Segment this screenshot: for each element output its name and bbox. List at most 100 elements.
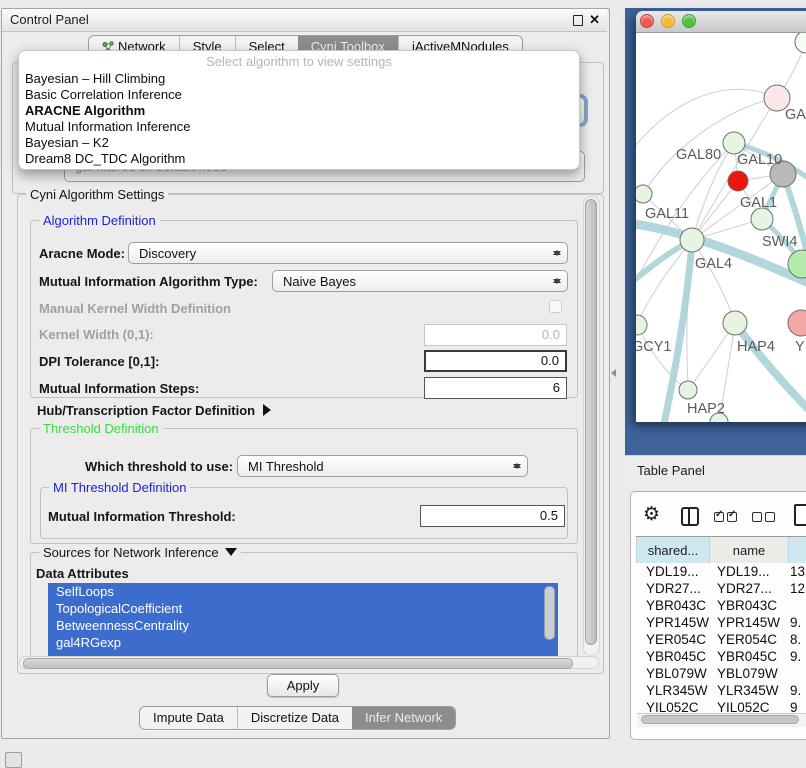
algorithm-option-bayesian-k2[interactable]: Bayesian – K2 [19,135,579,151]
attribute-item-topologicalcoefficient[interactable]: TopologicalCoefficient [48,600,558,617]
network-node[interactable] [636,315,647,335]
table-hscrollbar-thumb[interactable] [641,715,799,724]
cell-value: 9. [788,614,801,631]
control-panel-titlebar: Control Panel ✕ [2,9,607,32]
network-node[interactable] [795,33,806,53]
tab-label: Infer Network [365,707,442,729]
network-window-titlebar[interactable] [636,11,806,33]
attribute-item-selfloops[interactable]: SelfLoops [48,583,558,600]
node-label-gcy1: GCY1 [636,339,672,355]
column-header-partial[interactable] [788,537,806,563]
network-edge[interactable] [636,89,777,155]
table-body: YDL19...YDL19...13YDR27...YDR27...12YBR0… [636,563,806,713]
which-threshold-value: MI Threshold [248,459,324,474]
mi-threshold-label: Mutual Information Threshold: [48,509,236,524]
table-row[interactable]: YIL052CYIL052C9 [636,699,806,713]
manual-kernel-checkbox[interactable] [549,300,562,313]
minimized-widget[interactable] [5,752,22,768]
mi-type-combo[interactable]: Naive Bayes [272,270,568,292]
network-canvas[interactable]: GAL8GAL80GAL10GAL1GAL11SWI4GAL4GCY1HAP4Y… [636,33,806,422]
attribute-item-gal4rgexp[interactable]: gal4RGexp [48,634,558,651]
mi-steps-field[interactable]: 6 [424,377,567,399]
network-graph: GAL8GAL80GAL10GAL1GAL11SWI4GAL4GCY1HAP4Y… [636,33,806,422]
data-attributes-label: Data Attributes [36,566,129,581]
table-row[interactable]: YDR27...YDR27...12 [636,580,806,597]
column-header-shared-name[interactable]: shared... [636,537,709,563]
tab-infer-network[interactable]: Infer Network [352,707,455,729]
cyni-settings-title: Cyni Algorithm Settings [26,187,168,202]
cell-name: YDR27... [709,580,788,597]
network-edge-thick[interactable] [636,223,806,287]
checked-checkbox-icon[interactable]: ✓ [727,512,737,522]
network-edge[interactable] [643,98,777,194]
node-label-gal80: GAL80 [676,147,721,163]
zoom-traffic-light-icon[interactable] [682,14,696,28]
node-label-gal10: GAL10 [737,152,782,168]
unchecked-checkbox-icon[interactable] [752,512,762,522]
network-node[interactable] [680,228,704,252]
checked-checkbox-icon[interactable]: ✓ [714,512,724,522]
minimize-traffic-light-icon[interactable] [661,14,675,28]
list-scrollbar-thumb[interactable] [544,586,555,640]
table-row[interactable]: YLR345WYLR345W9. [636,682,806,699]
kernel-width-field[interactable]: 0.0 [424,324,567,346]
sources-group-title[interactable]: Sources for Network Inference [39,545,241,560]
gear-icon[interactable]: ⚙ [643,503,660,525]
threshold-definition-title: Threshold Definition [39,421,163,436]
network-edge-thick[interactable] [735,323,806,419]
splitter-collapse-icon[interactable] [611,369,616,377]
network-node[interactable] [723,132,745,154]
column-header-name[interactable]: name [709,537,788,563]
algorithm-option-mutual-information-inference[interactable]: Mutual Information Inference [19,119,579,135]
tab-discretize-data[interactable]: Discretize Data [237,707,352,729]
cell-name: YDL19... [709,563,788,580]
cell-shared-name: YPR145W [636,614,709,631]
cell-shared-name: YLR345W [636,682,709,699]
mi-steps-label: Mutual Information Steps: [39,381,199,396]
dpi-tolerance-label: DPI Tolerance [0,1]: [39,354,159,369]
table-row[interactable]: YDL19...YDL19...13 [636,563,806,580]
cell-shared-name: YBR043C [636,597,709,614]
dpi-tolerance-field[interactable]: 0.0 [424,350,567,372]
table-row[interactable]: YER054CYER054C8. [636,631,806,648]
which-threshold-combo[interactable]: MI Threshold [237,455,528,477]
cell-value: 8. [788,631,801,648]
network-node[interactable] [723,311,747,335]
float-window-icon[interactable] [573,15,583,26]
table-row[interactable]: YPR145WYPR145W9. [636,614,806,631]
attribute-item-betweennesscentrality[interactable]: BetweennessCentrality [48,617,558,634]
algorithm-option-basic-correlation-inference[interactable]: Basic Correlation Inference [19,87,579,103]
settings-hscrollbar-thumb[interactable] [23,658,573,669]
network-node[interactable] [679,381,697,399]
table-row[interactable]: YBL079WYBL079W [636,665,806,682]
network-node[interactable] [728,171,748,191]
aracne-mode-combo[interactable]: Discovery [128,242,568,264]
algorithm-option-dream8-dc-tdc-algorithm[interactable]: Dream8 DC_TDC Algorithm [19,151,579,167]
collapse-down-icon [225,548,237,556]
close-traffic-light-icon[interactable] [640,14,654,28]
hub-definition-label: Hub/Transcription Factor Definition [37,403,255,418]
network-window[interactable]: GAL8GAL80GAL10GAL1GAL11SWI4GAL4GCY1HAP4Y… [636,11,806,422]
apply-button[interactable]: Apply [267,674,339,697]
table-row[interactable]: YBR043CYBR043C [636,597,806,614]
algorithm-option-aracne-algorithm[interactable]: ARACNE Algorithm [19,103,579,119]
hub-definition-expander[interactable]: Hub/Transcription Factor Definition [37,403,271,418]
mi-threshold-field[interactable]: 0.5 [420,505,565,527]
unchecked-checkbox-icon[interactable] [765,512,775,522]
data-attributes-list[interactable]: SelfLoopsTopologicalCoefficientBetweenne… [48,583,558,657]
tab-impute-data[interactable]: Impute Data [140,707,237,729]
document-icon[interactable] [794,504,806,526]
network-node[interactable] [788,310,806,336]
node-label-gal11: GAL11 [645,206,689,222]
column-split-icon[interactable] [681,507,699,526]
check-mark: ✓ [715,509,723,520]
algorithm-option-bayesian-hill-climbing[interactable]: Bayesian – Hill Climbing [19,71,579,87]
network-node[interactable] [751,208,773,230]
table-row[interactable]: YBR045CYBR045C9. [636,648,806,665]
network-node[interactable] [636,185,652,203]
cell-name: YBR045C [709,648,788,665]
node-label-swi4: SWI4 [762,234,797,250]
settings-scrollbar-thumb[interactable] [585,199,597,645]
tab-label: Discretize Data [251,707,339,729]
close-icon[interactable]: ✕ [589,11,600,29]
